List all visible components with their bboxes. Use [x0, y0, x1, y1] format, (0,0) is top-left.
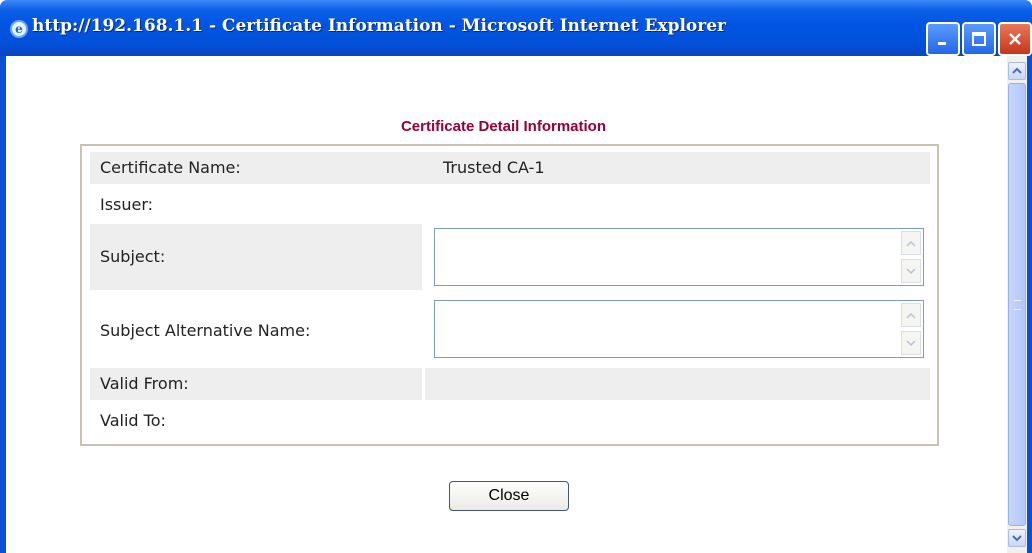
minimize-button[interactable]	[926, 22, 960, 56]
chevron-up-icon	[1012, 67, 1022, 74]
scroll-down-button[interactable]	[1008, 529, 1026, 547]
valid-to-label: Valid To:	[100, 411, 166, 430]
scroll-thumb[interactable]	[1008, 83, 1026, 526]
close-button[interactable]: Close	[449, 481, 569, 511]
vertical-scrollbar[interactable]	[1007, 56, 1027, 553]
close-icon	[1000, 24, 1030, 54]
internet-explorer-icon: e	[10, 20, 28, 38]
row-subject-alternative-name: Subject Alternative Name:	[90, 294, 930, 364]
chevron-down-icon	[1012, 535, 1022, 542]
subject-alternative-name-label: Subject Alternative Name:	[100, 321, 311, 340]
close-window-button[interactable]	[998, 22, 1032, 56]
scroll-grip	[1014, 300, 1021, 310]
row-valid-to: Valid To:	[90, 402, 930, 436]
subject-scroll-up[interactable]	[901, 231, 921, 255]
chevron-down-icon	[906, 339, 916, 346]
certificate-name-cell: Trusted CA-1	[425, 152, 930, 184]
certificate-detail-panel: Certificate Name: Trusted CA-1 Issuer: S…	[80, 144, 939, 446]
maximize-button[interactable]	[962, 22, 996, 56]
row-subject: Subject:	[90, 224, 930, 290]
issuer-label: Issuer:	[100, 195, 154, 214]
subject-textarea[interactable]	[434, 228, 924, 286]
row-certificate-name: Certificate Name: Trusted CA-1	[90, 152, 930, 184]
certificate-name-label: Certificate Name:	[100, 158, 241, 177]
maximize-icon	[964, 24, 994, 54]
subject-label: Subject:	[100, 247, 166, 266]
subject-alternative-name-textarea[interactable]	[434, 300, 924, 358]
scroll-up-button[interactable]	[1008, 62, 1026, 80]
svg-text:e: e	[15, 22, 23, 36]
certificate-name-value: Trusted CA-1	[443, 158, 545, 177]
row-issuer: Issuer:	[90, 186, 930, 220]
subject-scroll-down[interactable]	[901, 259, 921, 283]
minimize-icon	[928, 24, 958, 54]
window-frame-right	[1027, 56, 1032, 553]
row-valid-from: Valid From:	[90, 368, 930, 400]
valid-from-value-cell	[425, 368, 930, 400]
window-title: http://192.168.1.1 - Certificate Informa…	[32, 16, 726, 36]
window-titlebar[interactable]: e http://192.168.1.1 - Certificate Infor…	[0, 0, 1032, 56]
san-scroll-up[interactable]	[901, 303, 921, 327]
chevron-up-icon	[906, 240, 916, 247]
san-scroll-down[interactable]	[901, 331, 921, 355]
chevron-down-icon	[906, 267, 916, 274]
valid-from-label: Valid From:	[100, 374, 189, 393]
page-title: Certificate Detail Information	[400, 118, 607, 135]
chevron-up-icon	[906, 312, 916, 319]
